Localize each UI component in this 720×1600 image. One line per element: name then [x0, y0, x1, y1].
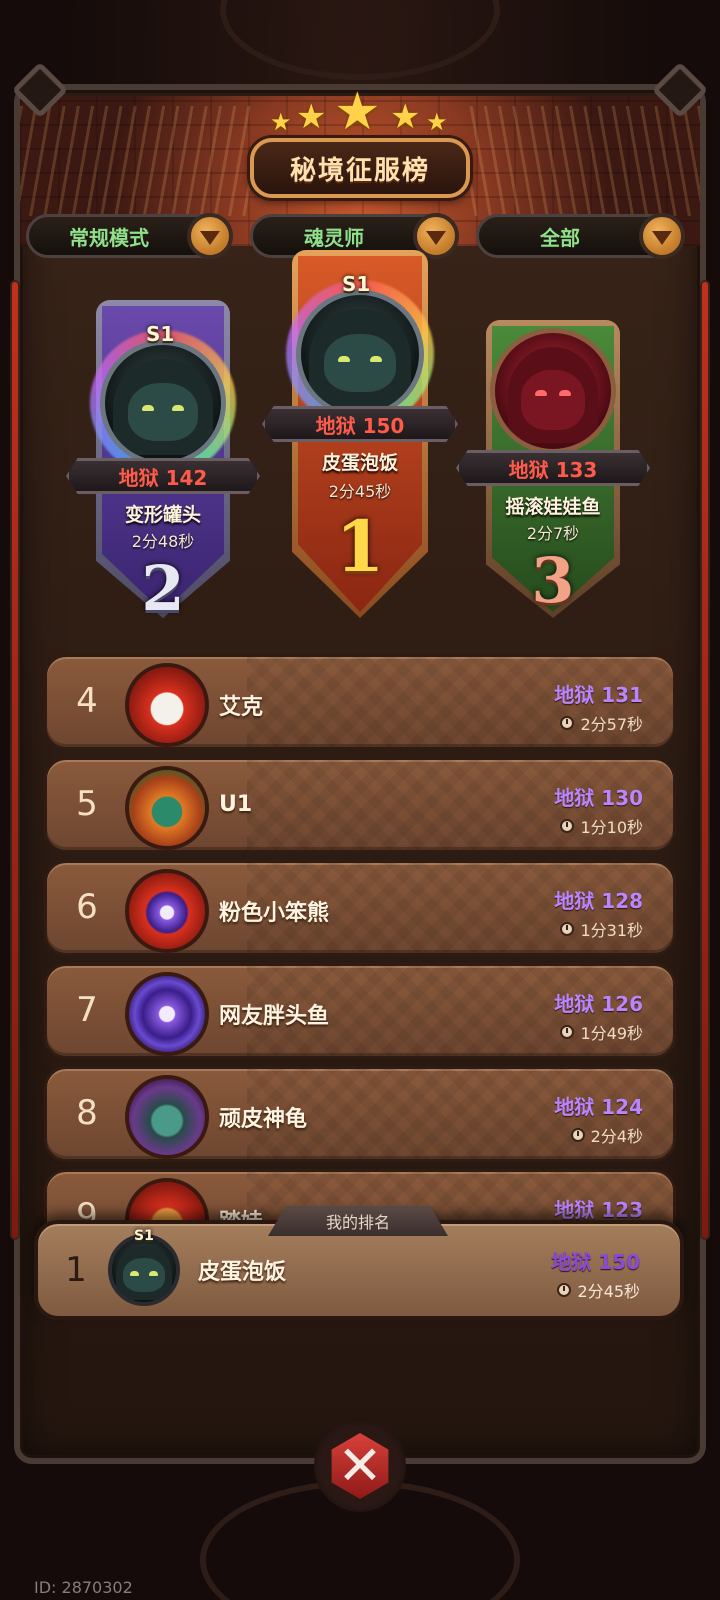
row-rank: 8: [76, 1093, 98, 1133]
rank-number: 1: [335, 505, 385, 588]
clock-icon: [560, 819, 575, 833]
player-name: 网友胖头鱼: [219, 1004, 330, 1029]
player-name: 皮蛋泡饭: [198, 1260, 287, 1285]
star-icon: ★: [390, 97, 421, 137]
my-rank-number: 1: [65, 1250, 87, 1290]
player-name: 艾克: [219, 695, 264, 720]
star-icon: ★: [334, 82, 381, 142]
row-score: 地狱 124: [554, 1095, 643, 1119]
leaderboard-row[interactable]: 6 粉色小笨熊 地狱 128 1分31秒: [44, 860, 676, 956]
chevron-down-icon[interactable]: [187, 213, 233, 259]
star-icon: ★: [270, 108, 292, 136]
my-rank-tag: 我的排名: [268, 1206, 448, 1236]
filter-scope-dropdown[interactable]: 全部: [476, 213, 685, 259]
close-icon[interactable]: ✕: [331, 1433, 389, 1499]
avatar: [125, 869, 209, 953]
rating-stars: ★ ★ ★ ★ ★: [270, 86, 450, 142]
avatar: [490, 328, 616, 454]
light-rays-right: [470, 106, 700, 216]
player-name: 摇滚娃娃鱼: [505, 496, 601, 518]
my-score: 地狱 150: [551, 1250, 640, 1274]
star-icon: ★: [296, 97, 327, 137]
row-score: 地狱 126: [554, 992, 643, 1016]
season-badge: S1: [134, 1228, 154, 1244]
podium-rank-2[interactable]: S1 地狱 142 变形罐头 2分48秒 2: [66, 300, 260, 625]
row-score: 地狱 128: [554, 889, 643, 913]
light-rays-left: [20, 106, 250, 216]
score-ribbon: 地狱 142: [66, 458, 260, 494]
page-title: 秘境征服榜: [289, 155, 430, 186]
row-rank: 5: [76, 784, 98, 824]
row-rank: 4: [76, 681, 98, 721]
season-badge: S1: [146, 322, 175, 346]
avatar: [108, 1234, 180, 1306]
avatar: [125, 1075, 209, 1159]
rank-number: 2: [141, 552, 185, 625]
row-score: 地狱 123: [554, 1198, 643, 1222]
score-ribbon: 地狱 150: [262, 406, 458, 442]
clear-time: 2分45秒: [328, 482, 392, 501]
avatar: [125, 663, 209, 747]
chevron-down-icon[interactable]: [639, 213, 685, 259]
row-score: 地狱 130: [554, 786, 643, 810]
clear-time: 2分7秒: [526, 524, 580, 543]
avatar: [296, 290, 424, 418]
row-rank: 7: [76, 990, 98, 1030]
player-name: 粉色小笨熊: [219, 901, 330, 926]
rank-number: 3: [531, 544, 575, 617]
row-time: 1分31秒: [560, 917, 643, 941]
avatar: [125, 972, 209, 1056]
left-rail: [10, 280, 20, 1240]
row-time: 1分10秒: [560, 814, 643, 838]
player-name: U1: [219, 792, 253, 817]
season-badge: S1: [342, 272, 371, 296]
row-time: 2分57秒: [560, 711, 643, 735]
star-icon: ★: [426, 108, 448, 136]
row-time: 1分49秒: [560, 1020, 643, 1044]
leaderboard-row[interactable]: 7 网友胖头鱼 地狱 126 1分49秒: [44, 963, 676, 1059]
leaderboard-row[interactable]: 4 艾克 地狱 131 2分57秒: [44, 654, 676, 750]
podium-rank-1[interactable]: S1 地狱 150 皮蛋泡饭 2分45秒 1: [262, 250, 458, 618]
leaderboard-row[interactable]: 8 顽皮神龟 地狱 124 2分4秒: [44, 1066, 676, 1162]
row-score: 地狱 131: [554, 683, 643, 707]
clock-icon: [557, 1283, 572, 1297]
right-rail: [700, 280, 710, 1240]
avatar: [100, 340, 226, 466]
row-rank: 6: [76, 887, 98, 927]
clock-icon: [570, 1128, 585, 1142]
player-id: ID: 2870302: [34, 1578, 133, 1597]
background-ornament: [220, 0, 500, 80]
podium-rank-3[interactable]: 地狱 133 摇滚娃娃鱼 2分7秒 3: [456, 320, 650, 618]
player-name: 皮蛋泡饭: [321, 452, 398, 474]
leaderboard-row[interactable]: 5 U1 地狱 130 1分10秒: [44, 757, 676, 853]
score-ribbon: 地狱 133: [456, 450, 650, 486]
avatar: [125, 766, 209, 850]
player-name: 顽皮神龟: [219, 1107, 308, 1132]
clock-icon: [560, 716, 575, 730]
filter-mode-dropdown[interactable]: 常规模式: [26, 213, 233, 259]
my-time: 2分45秒: [557, 1278, 640, 1302]
row-time: 2分4秒: [570, 1123, 643, 1147]
title-plate: 秘境征服榜: [250, 138, 470, 198]
close-button[interactable]: ✕: [314, 1420, 406, 1512]
clock-icon: [560, 922, 575, 936]
leaderboard-screen: ★ ★ ★ ★ ★ 秘境征服榜 常规模式 魂灵师 全部 S1 地狱 142 变形…: [0, 0, 720, 1600]
clear-time: 2分48秒: [131, 532, 195, 551]
player-name: 变形罐头: [124, 504, 201, 526]
clock-icon: [560, 1025, 575, 1039]
